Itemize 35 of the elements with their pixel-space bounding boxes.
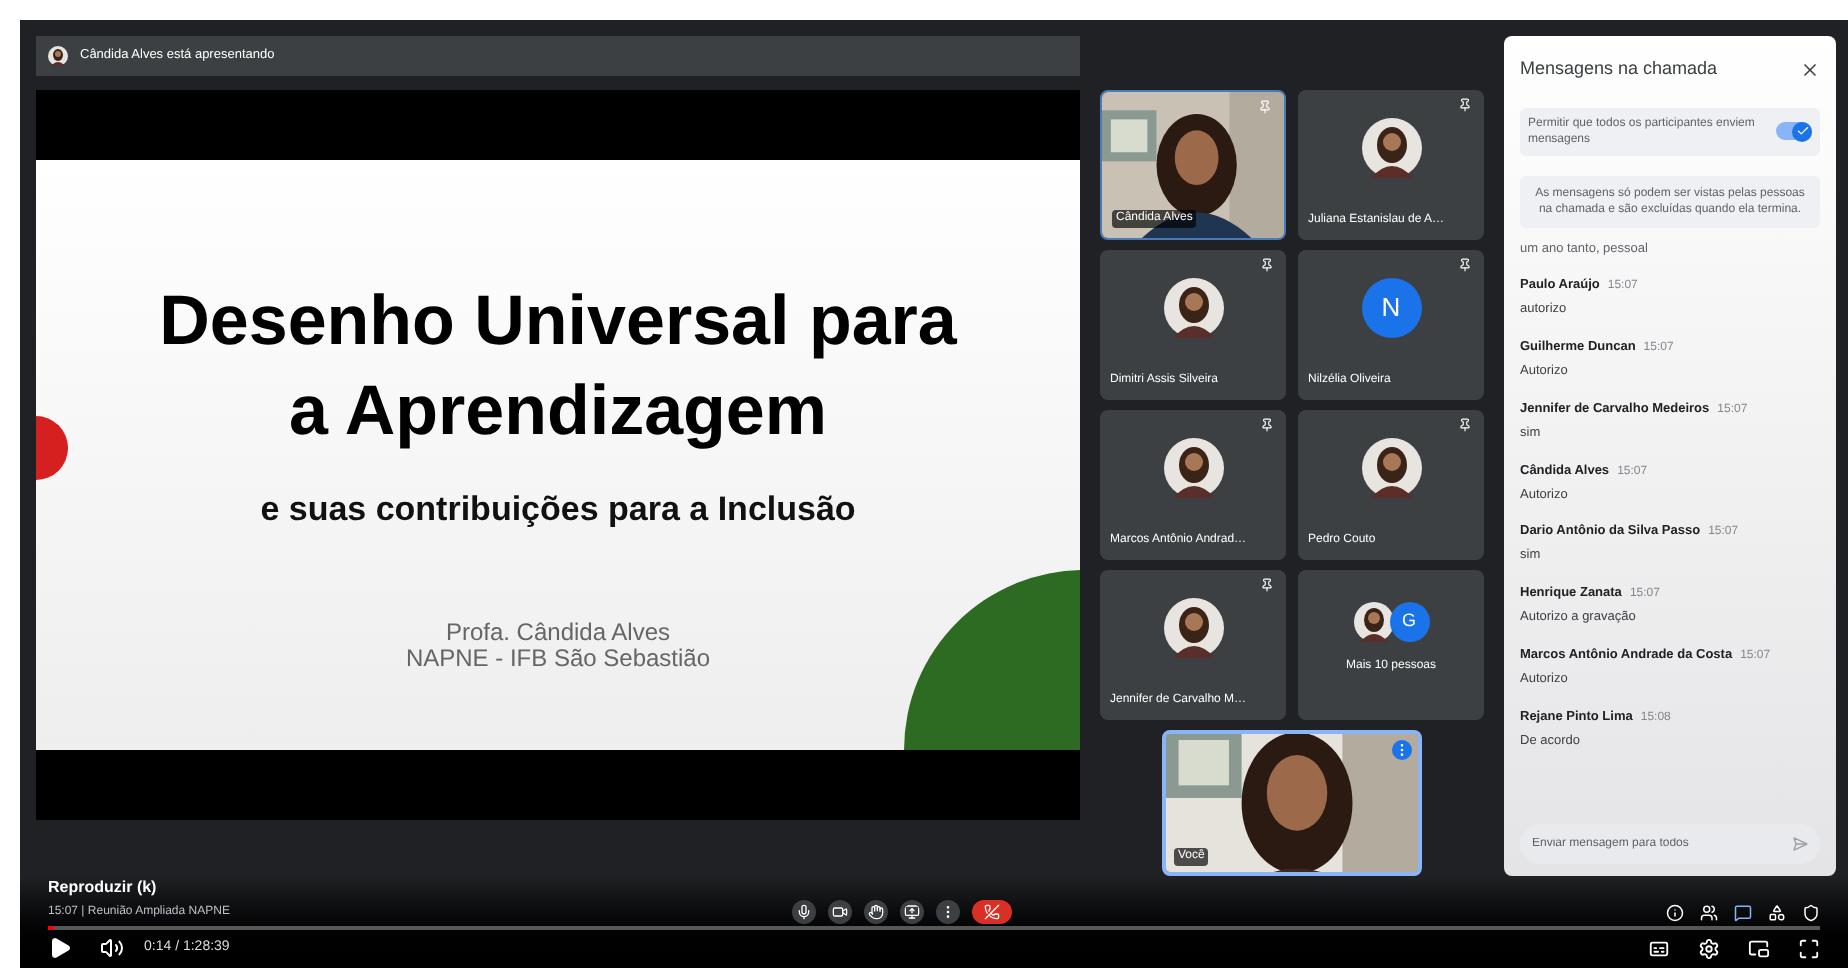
pin-icon[interactable] bbox=[1260, 258, 1274, 272]
present-icon[interactable] bbox=[900, 900, 924, 924]
volume-icon[interactable] bbox=[100, 936, 124, 960]
pin-icon[interactable] bbox=[1458, 418, 1472, 432]
avatar-letter: G bbox=[1389, 602, 1429, 642]
fullscreen-icon[interactable] bbox=[1798, 937, 1820, 959]
slide-title: Desenho Universal para a Aprendizagem bbox=[157, 280, 959, 454]
end-call-icon[interactable] bbox=[972, 900, 1012, 924]
camera-icon[interactable] bbox=[828, 900, 852, 924]
play-hint-text: Reproduzir (k) bbox=[48, 876, 157, 900]
pin-icon[interactable] bbox=[1260, 418, 1274, 432]
circle-decoration bbox=[36, 414, 68, 482]
slide-subtitle: e suas contribuições para a Inclusão bbox=[260, 488, 856, 532]
toggle-switch[interactable] bbox=[1776, 122, 1812, 140]
miniplayer-icon[interactable] bbox=[1748, 937, 1770, 959]
pin-icon[interactable] bbox=[1260, 578, 1274, 592]
play-icon[interactable] bbox=[48, 936, 72, 960]
chat-icon[interactable] bbox=[1734, 903, 1752, 921]
info-icon[interactable] bbox=[1666, 903, 1684, 921]
subtitles-icon[interactable] bbox=[1648, 937, 1670, 959]
people-icon[interactable] bbox=[1700, 903, 1718, 921]
hand-icon[interactable] bbox=[864, 900, 888, 924]
check-icon bbox=[1795, 124, 1809, 138]
activities-icon[interactable] bbox=[1768, 903, 1786, 921]
slide-author: Profa. Cândida Alves bbox=[445, 619, 671, 645]
settings-icon[interactable] bbox=[1698, 937, 1720, 959]
avatar-letter: N bbox=[1361, 278, 1421, 338]
pin-icon[interactable] bbox=[1458, 258, 1472, 272]
chat-title: Mensagens na chamada bbox=[1520, 56, 1718, 82]
shield-icon[interactable] bbox=[1802, 903, 1820, 921]
more-icon[interactable] bbox=[936, 900, 960, 924]
close-icon[interactable] bbox=[1800, 59, 1820, 80]
slide-affiliation: NAPNE - IFB São Sebastião bbox=[405, 645, 711, 671]
pin-icon[interactable] bbox=[1458, 98, 1472, 112]
mic-icon[interactable] bbox=[792, 900, 816, 924]
